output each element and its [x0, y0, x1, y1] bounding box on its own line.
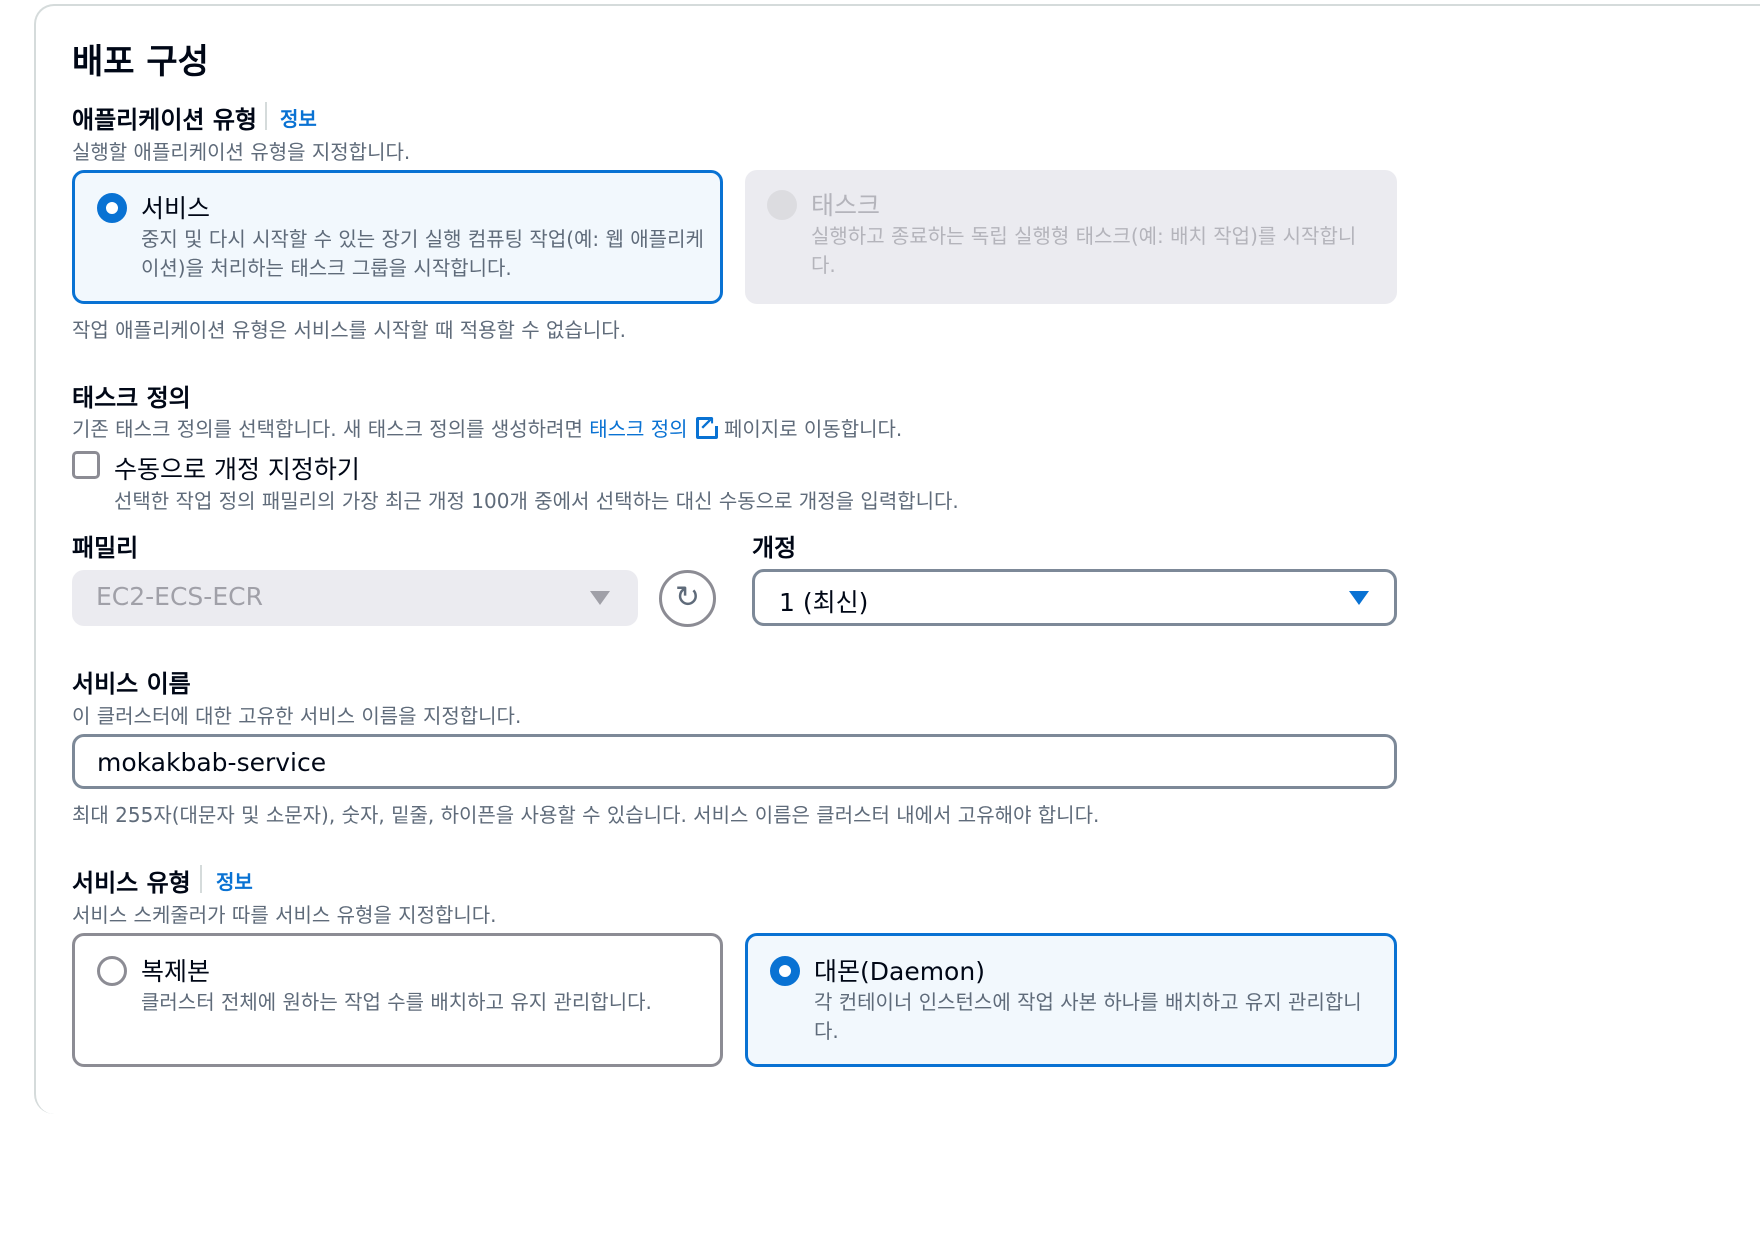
- service-name-value: mokakbab-service: [97, 748, 327, 777]
- app-type-desc: 실행할 애플리케이션 유형을 지정합니다.: [72, 140, 411, 164]
- divider: [265, 102, 267, 130]
- external-link-icon[interactable]: [695, 411, 719, 439]
- task-def-label: 태스크 정의: [72, 384, 191, 412]
- chevron-down-icon[interactable]: [1349, 591, 1369, 605]
- task-desc: 실행하고 종료하는 독립 실행형 태스크(예: 배치 작업)를 시작합니다.: [811, 224, 1357, 277]
- refresh-icon[interactable]: ↻: [659, 570, 716, 627]
- service-desc: 중지 및 다시 시작할 수 있는 장기 실행 컴퓨팅 작업(예: 웹 애플리케이…: [141, 227, 704, 280]
- service-name-desc: 이 클러스터에 대한 고유한 서비스 이름을 지정합니다.: [72, 704, 522, 728]
- page-title: 배포 구성: [72, 42, 209, 82]
- family-value: EC2-ECS-ECR: [96, 582, 263, 611]
- app-type-service-tile[interactable]: 서비스 중지 및 다시 시작할 수 있는 장기 실행 컴퓨팅 작업(예: 웹 애…: [72, 170, 723, 304]
- revision-value: 1 (최신): [779, 588, 869, 617]
- app-type-label: 애플리케이션 유형: [72, 106, 257, 134]
- service-name-label: 서비스 이름: [72, 670, 191, 698]
- service-name-hint: 최대 255자(대문자 및 소문자), 숫자, 밑줄, 하이픈을 사용할 수 있…: [72, 803, 1100, 827]
- service-type-daemon-tile[interactable]: 대몬(Daemon) 각 컨테이너 인스턴스에 작업 사본 하나를 배치하고 유…: [745, 933, 1397, 1067]
- replica-title: 복제본: [141, 957, 211, 986]
- task-title: 태스크: [811, 191, 881, 220]
- daemon-title: 대몬(Daemon): [814, 957, 985, 986]
- chevron-down-icon: [590, 591, 610, 605]
- family-label: 패밀리: [72, 534, 139, 562]
- replica-desc: 클러스터 전체에 원하는 작업 수를 배치하고 유지 관리합니다.: [141, 990, 652, 1014]
- service-name-input[interactable]: mokakbab-service: [72, 734, 1397, 789]
- manual-revision-checkbox[interactable]: [72, 451, 100, 479]
- service-radio[interactable]: [97, 193, 127, 223]
- daemon-radio[interactable]: [770, 956, 800, 986]
- revision-label: 개정: [752, 534, 797, 562]
- divider: [200, 865, 202, 893]
- manual-revision-label[interactable]: 수동으로 개정 지정하기: [114, 450, 360, 486]
- replica-radio[interactable]: [97, 956, 127, 986]
- family-select: EC2-ECS-ECR: [72, 570, 638, 626]
- service-type-label: 서비스 유형: [72, 869, 191, 897]
- daemon-desc: 각 컨테이너 인스턴스에 작업 사본 하나를 배치하고 유지 관리합니다.: [814, 990, 1362, 1043]
- revision-select[interactable]: 1 (최신): [752, 569, 1397, 626]
- app-type-info-link[interactable]: 정보: [280, 103, 317, 132]
- app-type-note: 작업 애플리케이션 유형은 서비스를 시작할 때 적용할 수 없습니다.: [72, 318, 627, 342]
- task-radio: [767, 190, 797, 220]
- service-type-replica-tile[interactable]: 복제본 클러스터 전체에 원하는 작업 수를 배치하고 유지 관리합니다.: [72, 933, 723, 1067]
- task-def-desc: 기존 태스크 정의를 선택합니다. 새 태스크 정의를 생성하려면 태스크 정의…: [72, 411, 902, 442]
- service-type-desc: 서비스 스케줄러가 따를 서비스 유형을 지정합니다.: [72, 903, 497, 927]
- task-def-link[interactable]: 태스크 정의: [589, 417, 687, 441]
- service-title: 서비스: [141, 194, 211, 223]
- service-type-info-link[interactable]: 정보: [216, 866, 253, 895]
- manual-revision-desc: 선택한 작업 정의 패밀리의 가장 최근 개정 100개 중에서 선택하는 대신…: [114, 489, 959, 513]
- app-type-task-tile: 태스크 실행하고 종료하는 독립 실행형 태스크(예: 배치 작업)를 시작합니…: [745, 170, 1397, 304]
